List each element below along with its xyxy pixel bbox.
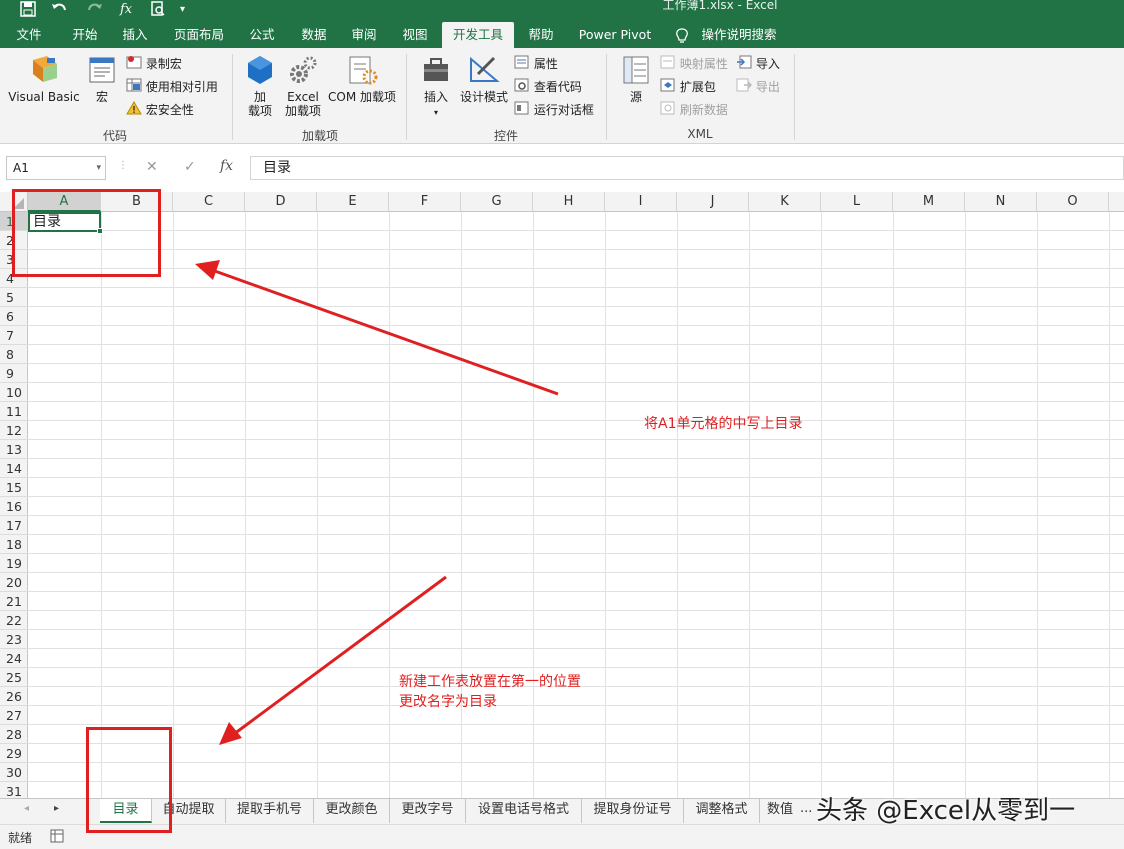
annotation-note-sheet-line1: 新建工作表放置在第一的位置 bbox=[399, 674, 581, 690]
scroll-right-icon[interactable]: ▸ bbox=[54, 803, 59, 814]
annotation-arrow-to-a1 bbox=[211, 268, 559, 396]
sheet-tab[interactable]: 提取手机号 bbox=[226, 799, 314, 823]
status-ready: 就绪 bbox=[8, 831, 33, 845]
scroll-left-icon[interactable]: ◂ bbox=[24, 803, 29, 814]
sheet-tab[interactable]: 更改颜色 bbox=[314, 799, 390, 823]
annotation-note-sheet-line2: 更改名字为目录 bbox=[399, 694, 497, 710]
sheet-tab[interactable]: 更改字号 bbox=[390, 799, 466, 823]
annotation-arrows bbox=[195, 260, 559, 745]
sheet-tab[interactable]: 数值 bbox=[760, 799, 800, 823]
watermark-text: 头条 @Excel从零到一 bbox=[816, 796, 1076, 826]
annotation-arrowhead bbox=[195, 260, 220, 280]
accessibility-icon[interactable] bbox=[50, 829, 64, 846]
sheet-tab[interactable]: 提取身份证号 bbox=[582, 799, 684, 823]
annotation-box-sheet-tab bbox=[86, 727, 172, 833]
more-sheets-button[interactable]: ... bbox=[800, 801, 812, 816]
annotation-arrowhead bbox=[219, 722, 242, 745]
annotation-note-a1: 将A1单元格的中写上目录 bbox=[644, 416, 803, 432]
sheet-tab[interactable]: 调整格式 bbox=[684, 799, 760, 823]
sheet-tab[interactable]: 设置电话号格式 bbox=[466, 799, 582, 823]
